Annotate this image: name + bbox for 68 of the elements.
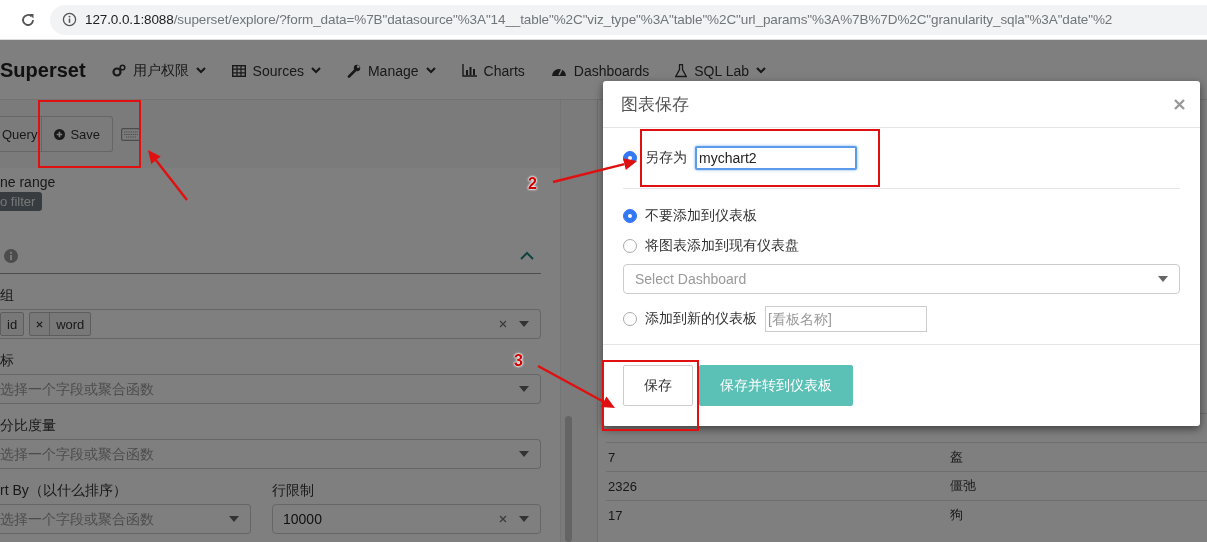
field-label: rt By（以什么排序） — [0, 482, 127, 498]
save-button[interactable]: Save — [42, 116, 114, 152]
caret-down-icon — [519, 451, 529, 457]
reload-icon[interactable] — [20, 11, 36, 28]
field-label: 组 — [0, 287, 14, 303]
clear-icon[interactable] — [499, 320, 507, 328]
option-label: 添加到新的仪表板 — [645, 310, 757, 328]
scrollbar[interactable] — [560, 100, 575, 542]
step-number: 3 — [513, 352, 524, 370]
keyboard-icon[interactable] — [121, 127, 142, 141]
info-icon — [4, 248, 18, 263]
caret-down-icon — [519, 516, 529, 522]
close-icon[interactable] — [1174, 98, 1185, 110]
chevron-down-icon — [425, 67, 436, 74]
url-text: 127.0.0.1:8088/superset/explore/?form_data=%7B"datasource"%3A"14__table"%2C"viz_type"%3A"table"%2C"url_params"%3A%7B%7D%2C"granularity_sqla"%3A"date"%2 — [85, 12, 1113, 27]
option-label: 不要添加到仪表板 — [645, 207, 757, 225]
table-cell: 僵弛 — [950, 477, 976, 495]
field-label: 分比度量 — [0, 417, 56, 433]
radio-button[interactable] — [623, 239, 637, 253]
chart-name-input[interactable]: mychart2 — [695, 146, 857, 170]
caret-down-icon — [519, 386, 529, 392]
caret-down-icon — [1158, 276, 1168, 282]
table-cell: 盔 — [950, 448, 963, 466]
table-cell-text: 7 — [607, 449, 617, 465]
flask-icon — [675, 63, 688, 78]
nav-menu-item[interactable]: SQL Lab — [675, 62, 767, 79]
clear-icon[interactable] — [499, 515, 507, 523]
chevron-up-icon[interactable] — [520, 251, 534, 260]
radio-button[interactable] — [623, 312, 637, 326]
chevron-down-icon — [756, 67, 767, 74]
selected-tag: word — [29, 312, 92, 336]
query-button[interactable]: Query — [0, 116, 43, 152]
table-cell-text: 2326 — [607, 478, 638, 494]
chevron-down-icon — [195, 67, 206, 74]
nav-menu-item[interactable]: Dashboards — [550, 62, 650, 79]
caret-down-icon — [229, 516, 239, 522]
filter-tag[interactable]: o filter — [0, 192, 43, 211]
control-label: ne range — [0, 174, 56, 190]
address-bar[interactable]: 127.0.0.1:8088/superset/explore/?form_data=%7B"datasource"%3A"14__table"%2C"viz_type"%3A"table"%2C"url_params"%3A%7B%7D%2C"granularity_sqla"%3A"date"%2 — [50, 4, 1207, 35]
table-cell: 狗 — [950, 506, 963, 524]
save-button[interactable]: 保存 — [623, 365, 693, 406]
table-icon — [231, 64, 246, 77]
caret-down-icon — [519, 321, 529, 327]
bar-chart-icon — [461, 64, 477, 77]
nav-menu-item[interactable]: Sources — [231, 62, 321, 79]
select-field[interactable]: 10000 — [272, 504, 541, 534]
dashboard-select[interactable]: Select Dashboard — [623, 264, 1180, 294]
option-label: 将图表添加到现有仪表盘 — [645, 237, 799, 255]
dashboard-name-input[interactable]: [看板名称] — [765, 306, 927, 332]
wrench-icon — [346, 63, 361, 78]
plus-circle-icon — [54, 128, 66, 140]
step-number: 2 — [527, 175, 538, 193]
info-icon — [62, 12, 77, 27]
remove-icon[interactable] — [36, 320, 44, 328]
field-label: 标 — [0, 352, 14, 368]
brand-logo-text[interactable]: Superset — [0, 59, 86, 82]
annotation-arrow — [148, 150, 188, 201]
dialog-title: 图表保存 — [621, 93, 689, 116]
nav-menu-item[interactable]: Manage — [346, 62, 436, 79]
gears-icon — [111, 63, 126, 78]
nav-menu-item[interactable]: 用户权限 — [111, 61, 206, 80]
radio-button[interactable] — [623, 209, 637, 223]
selected-tag: id — [0, 312, 25, 336]
nav-menu-item[interactable]: Charts — [461, 62, 525, 79]
option-label: 另存为 — [645, 149, 687, 167]
chevron-down-icon — [310, 67, 321, 74]
table-cell-text: 17 — [607, 507, 624, 523]
field-label: 行限制 — [272, 482, 314, 498]
